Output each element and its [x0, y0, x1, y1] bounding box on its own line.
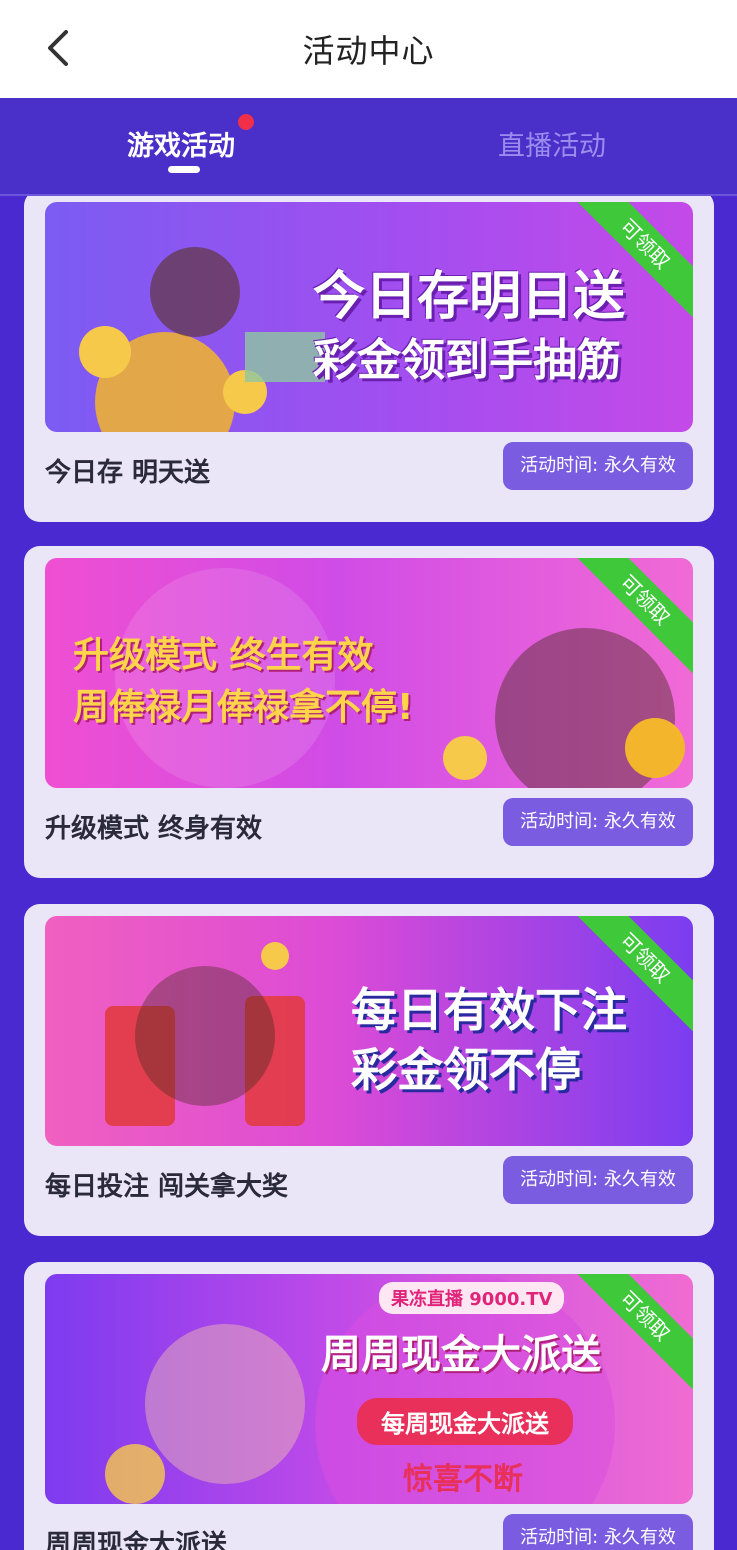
banner-subheadline: 周俸禄月俸禄拿不停!: [73, 687, 414, 728]
banner-subheadline: 彩金领到手抽筋: [313, 335, 621, 386]
activity-banner[interactable]: 果冻直播 9000.TV 周周现金大派送 每周现金大派送 惊喜不断 可领取: [45, 1274, 693, 1504]
claimable-ribbon: 可领取: [578, 916, 693, 1031]
activity-name: 升级模式 终身有效: [45, 814, 263, 844]
banner-subheadline: 彩金领不停: [351, 1043, 581, 1097]
activity-card[interactable]: 升级模式 终生有效 周俸禄月俸禄拿不停! 可领取 升级模式 终身有效 活动时间:…: [24, 546, 714, 878]
tab-bar: 游戏活动 直播活动: [0, 98, 737, 196]
activity-card[interactable]: 果冻直播 9000.TV 周周现金大派送 每周现金大派送 惊喜不断 可领取 周周…: [24, 1262, 714, 1550]
activity-banner[interactable]: 升级模式 终生有效 周俸禄月俸禄拿不停! 可领取: [45, 558, 693, 788]
page-title: 活动中心: [302, 32, 435, 70]
banner-headline: 升级模式 终生有效: [73, 635, 374, 676]
activity-name: 今日存 明天送: [45, 458, 211, 488]
brand-tag: 果冻直播 9000.TV: [379, 1282, 565, 1314]
notification-dot: [238, 114, 254, 130]
banner-headline: 周周现金大派送: [321, 1332, 601, 1378]
tab-game-activities[interactable]: 游戏活动: [127, 124, 235, 163]
top-bar: 活动中心: [0, 0, 737, 98]
active-tab-indicator: [168, 166, 200, 173]
activity-time-badge: 活动时间: 永久有效: [503, 798, 693, 846]
activity-banner[interactable]: 每日有效下注 彩金领不停 可领取: [45, 916, 693, 1146]
activity-name: 周周现金大派送: [45, 1530, 228, 1550]
claimable-ribbon: 可领取: [578, 1274, 693, 1389]
activity-time-badge: 活动时间: 永久有效: [503, 442, 693, 490]
activity-list: 今日存明日送 彩金领到手抽筋 可领取 今日存 明天送 活动时间: 永久有效 升级…: [0, 196, 737, 1550]
activity-card[interactable]: 今日存明日送 彩金领到手抽筋 可领取 今日存 明天送 活动时间: 永久有效: [24, 196, 714, 522]
banner-tagline: 惊喜不断: [403, 1462, 523, 1497]
tab-live-activities[interactable]: 直播活动: [498, 124, 606, 163]
activity-time-badge: 活动时间: 永久有效: [503, 1514, 693, 1550]
activity-name: 每日投注 闯关拿大奖: [45, 1172, 289, 1202]
claimable-ribbon: 可领取: [578, 558, 693, 673]
claimable-ribbon: 可领取: [578, 202, 693, 317]
back-arrow-icon[interactable]: [40, 28, 80, 68]
activity-card[interactable]: 每日有效下注 彩金领不停 可领取 每日投注 闯关拿大奖 活动时间: 永久有效: [24, 904, 714, 1236]
activity-time-badge: 活动时间: 永久有效: [503, 1156, 693, 1204]
banner-subheadline: 每周现金大派送: [357, 1398, 573, 1445]
activity-banner[interactable]: 今日存明日送 彩金领到手抽筋 可领取: [45, 202, 693, 432]
